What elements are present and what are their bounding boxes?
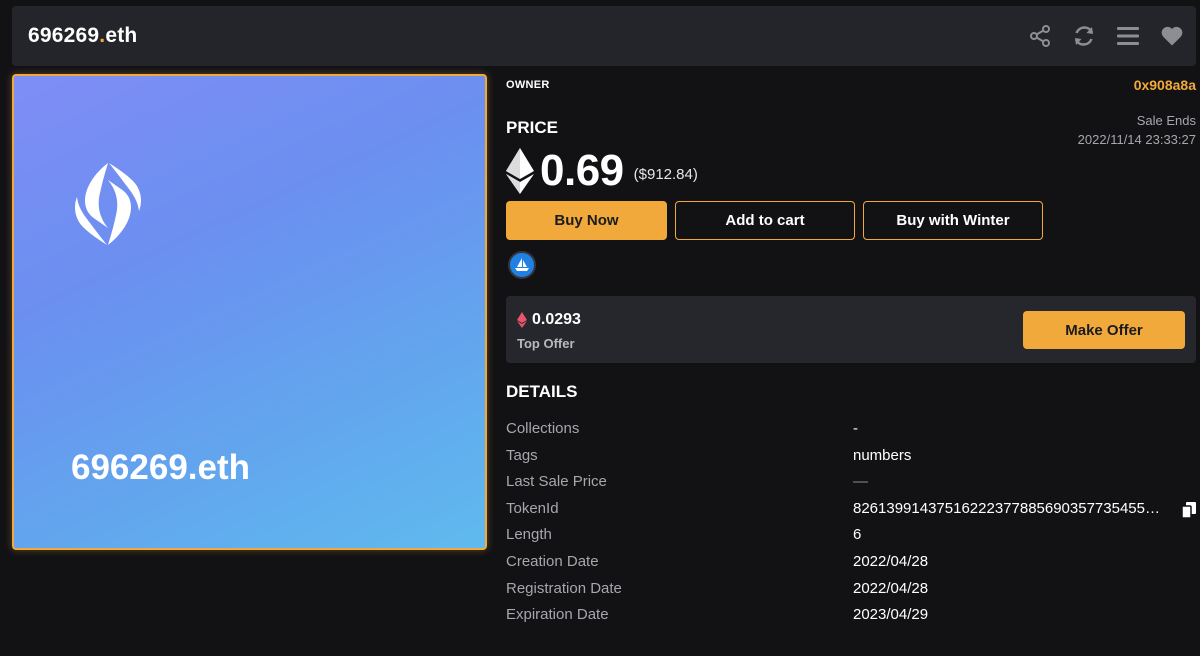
detail-label: Tags [506, 446, 538, 464]
buy-now-button[interactable]: Buy Now [506, 201, 667, 240]
opensea-boat-icon [515, 258, 529, 271]
detail-label: Registration Date [506, 579, 622, 597]
nft-image-card[interactable]: 696269.eth [12, 74, 487, 550]
price-value: 0.69 [540, 146, 624, 195]
purchase-buttons: Buy Now Add to cart Buy with Winter [506, 201, 1043, 240]
eth-red-icon [517, 312, 527, 328]
offer-amount: 0.0293 [532, 311, 581, 328]
details-title: DETAILS [506, 382, 578, 401]
detail-row-tags: Tags numbers [506, 445, 1196, 472]
nft-name: 696269.eth [71, 448, 251, 487]
detail-label: Expiration Date [506, 606, 609, 624]
sale-ends: Sale Ends 2022/11/14 23:33:27 [1078, 111, 1196, 149]
detail-value: 2022/04/28 [853, 579, 929, 597]
ens-logo [75, 163, 141, 245]
detail-value: — [853, 473, 868, 491]
detail-value: 82613991437516222377885690357735455… [853, 499, 1160, 517]
owner-label: OWNER [506, 79, 550, 91]
header-actions [1028, 24, 1184, 48]
detail-label: Last Sale Price [506, 473, 607, 491]
top-offer-value: 0.0293 [517, 311, 581, 329]
detail-value: 2022/04/28 [853, 552, 929, 570]
menu-icon[interactable] [1116, 24, 1140, 48]
eth-icon [506, 148, 534, 194]
copy-icon[interactable] [1182, 501, 1196, 518]
heart-icon[interactable] [1160, 24, 1184, 48]
buy-with-winter-button[interactable]: Buy with Winter [863, 201, 1043, 240]
details-list: Collections - Tags numbers Last Sale Pri… [506, 418, 1196, 631]
detail-row-last-sale: Last Sale Price — [506, 471, 1196, 498]
sale-ends-date: 2022/11/14 23:33:27 [1077, 132, 1196, 147]
detail-row-tokenid: TokenId 82613991437516222377885690357735… [506, 498, 1196, 525]
title-name: 696269 [28, 24, 100, 47]
title-tld: eth [105, 24, 138, 47]
owner-address-link[interactable]: 0x908a8a [1134, 77, 1196, 93]
price-usd: ($912.84) [633, 165, 698, 183]
detail-row-length: Length 6 [506, 524, 1196, 551]
page-title: 696269.eth [28, 24, 137, 48]
sale-ends-label: Sale Ends [1136, 113, 1196, 128]
detail-row-expiration-date: Expiration Date 2023/04/29 [506, 604, 1196, 631]
make-offer-button[interactable]: Make Offer [1023, 311, 1185, 349]
opensea-icon[interactable] [508, 251, 536, 279]
detail-value: 2023/04/29 [853, 606, 929, 624]
detail-value[interactable]: numbers [853, 447, 911, 464]
price-row: 0.69 ($912.84) [506, 146, 698, 195]
detail-label: Creation Date [506, 552, 599, 570]
detail-label: Length [506, 526, 552, 544]
refresh-icon[interactable] [1072, 24, 1096, 48]
detail-row-collections: Collections - [506, 418, 1196, 445]
top-header: 696269.eth [12, 6, 1196, 66]
price-label: PRICE [506, 118, 558, 137]
share-icon[interactable] [1028, 24, 1052, 48]
owner-row: OWNER 0x908a8a [506, 77, 1196, 95]
detail-value: 6 [853, 526, 862, 544]
top-offer-label: Top Offer [517, 336, 575, 351]
detail-label: TokenId [506, 499, 559, 517]
detail-value: - [853, 420, 858, 437]
detail-row-creation-date: Creation Date 2022/04/28 [506, 551, 1196, 578]
add-to-cart-button[interactable]: Add to cart [675, 201, 855, 240]
detail-row-registration-date: Registration Date 2022/04/28 [506, 578, 1196, 605]
top-offer-box: 0.0293 Top Offer Make Offer [506, 296, 1196, 363]
detail-label: Collections [506, 420, 580, 437]
